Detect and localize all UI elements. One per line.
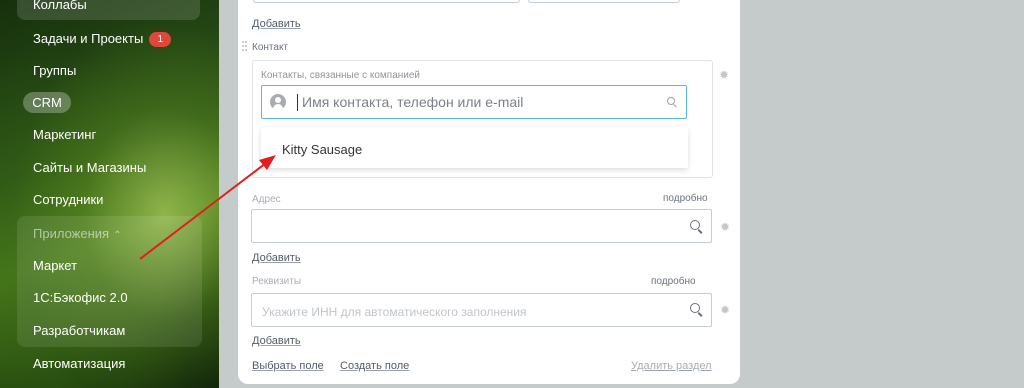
previous-field[interactable]	[253, 0, 520, 3]
add-previous-field-link[interactable]: Добавить	[252, 18, 301, 30]
left-sidebar: Коллабы Задачи и Проекты 1 Группы CRM Мар…	[0, 0, 219, 388]
address-add-link[interactable]: Добавить	[252, 252, 301, 264]
select-field-link[interactable]: Выбрать поле	[252, 360, 324, 372]
address-details-link[interactable]: подробно	[663, 193, 708, 204]
gear-icon[interactable]: ✹	[719, 69, 729, 81]
sidebar-item-market[interactable]: Маркет	[33, 258, 77, 274]
contact-field-label: Контакты, связанные с компанией	[261, 70, 421, 81]
contact-section-label: Контакт	[252, 42, 289, 53]
sidebar-item-marketing[interactable]: Маркетинг	[33, 127, 96, 143]
sidebar-item-1c-backoffice[interactable]: 1С:Бэкофис 2.0	[33, 290, 128, 306]
sidebar-item-developers[interactable]: Разработчикам	[33, 323, 125, 339]
gear-icon[interactable]: ✹	[720, 221, 730, 233]
requisites-details-link[interactable]: подробно	[651, 276, 696, 287]
sidebar-item-employees[interactable]: Сотрудники	[33, 192, 103, 208]
create-field-link[interactable]: Создать поле	[340, 360, 409, 372]
sidebar-item-tasks[interactable]: Задачи и Проекты 1	[33, 31, 172, 47]
sidebar-item-label: Сайты и Магазины	[33, 160, 147, 175]
sidebar-item-label: Задачи и Проекты	[33, 31, 144, 46]
sidebar-item-label: Автоматизация	[33, 356, 126, 371]
drag-handle-icon[interactable]	[242, 41, 248, 51]
search-icon[interactable]	[690, 303, 704, 317]
sidebar-item-label: Маркет	[33, 258, 78, 273]
sidebar-item-label: Сотрудники	[33, 192, 104, 207]
sidebar-item-collabs[interactable]: Коллабы	[33, 0, 87, 13]
search-icon[interactable]	[667, 97, 681, 111]
requisites-input[interactable]: Укажите ИНН для автоматического заполнен…	[251, 293, 712, 327]
sidebar-item-label: 1С:Бэкофис 2.0	[33, 290, 128, 305]
chevron-up-icon: ⌃	[113, 230, 122, 241]
requisites-label: Реквизиты	[252, 276, 302, 287]
sidebar-item-label: Разработчикам	[33, 323, 126, 338]
dropdown-option-contact[interactable]: Kitty Sausage	[282, 142, 362, 157]
sidebar-item-sites[interactable]: Сайты и Магазины	[33, 160, 146, 176]
sidebar-item-label: Маркетинг	[33, 127, 97, 142]
address-label: Адрес	[252, 194, 281, 205]
contact-input-placeholder: Имя контакта, телефон или e-mail	[302, 94, 524, 110]
text-cursor	[297, 94, 298, 111]
sidebar-item-groups[interactable]: Группы	[33, 63, 76, 79]
sidebar-item-label: Группы	[33, 63, 77, 78]
sidebar-item-label: Приложения	[33, 226, 110, 241]
previous-field-type[interactable]	[528, 0, 680, 3]
sidebar-item-apps[interactable]: Приложения ⌃	[33, 226, 121, 244]
sidebar-item-label: CRM	[32, 95, 62, 110]
sidebar-item-label: Коллабы	[33, 0, 87, 12]
requisites-placeholder: Укажите ИНН для автоматического заполнен…	[262, 305, 527, 319]
user-avatar-icon	[270, 94, 286, 110]
counter-badge: 1	[149, 32, 172, 47]
address-input[interactable]	[251, 209, 712, 243]
sidebar-item-automation[interactable]: Автоматизация	[33, 356, 125, 372]
requisites-add-link[interactable]: Добавить	[252, 335, 301, 347]
contact-search-input[interactable]: Имя контакта, телефон или e-mail	[261, 85, 687, 119]
delete-section-link[interactable]: Удалить раздел	[631, 360, 712, 372]
gear-icon[interactable]: ✹	[720, 304, 730, 316]
contact-suggestions-dropdown: Kitty Sausage	[261, 127, 688, 168]
search-icon[interactable]	[690, 220, 704, 234]
sidebar-item-crm[interactable]: CRM	[23, 92, 71, 113]
